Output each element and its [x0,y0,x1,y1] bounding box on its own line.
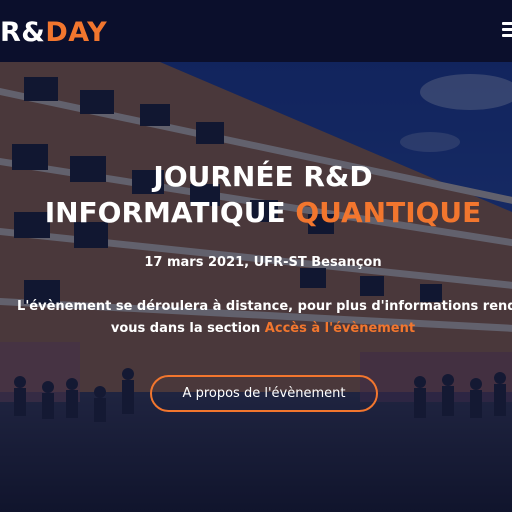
about-event-button[interactable]: A propos de l'évènement [150,375,378,412]
hero-title-accent: QUANTIQUE [295,196,482,229]
hero-title-line2: INFORMATIQUE QUANTIQUE [0,196,512,230]
event-date: 17 mars 2021, UFR-ST Besançon [144,255,382,270]
hamburger-menu-icon[interactable] [500,20,512,40]
notice-line2: vous dans la section Accès à l'évènement [0,318,512,340]
access-event-link[interactable]: Accès à l'évènement [265,321,415,336]
hero-section: JOURNÉE R&D INFORMATIQUE QUANTIQUE 17 ma… [0,62,512,512]
hero-title-line1: JOURNÉE R&D [153,160,373,193]
hero-overlay [0,62,512,512]
logo-text-rnd: R& [0,17,46,48]
notice-line1: L'évènement se déroulera à distance, pou… [17,299,512,314]
notice-line2-text: vous dans la section [110,321,265,336]
event-notice: L'évènement se déroulera à distance, pou… [0,296,512,340]
logo-text-day: DAY [45,17,108,48]
hero-title-word: INFORMATIQUE [44,196,296,229]
navbar: R&DAY [0,0,512,62]
site-logo[interactable]: R&DAY [0,16,107,50]
